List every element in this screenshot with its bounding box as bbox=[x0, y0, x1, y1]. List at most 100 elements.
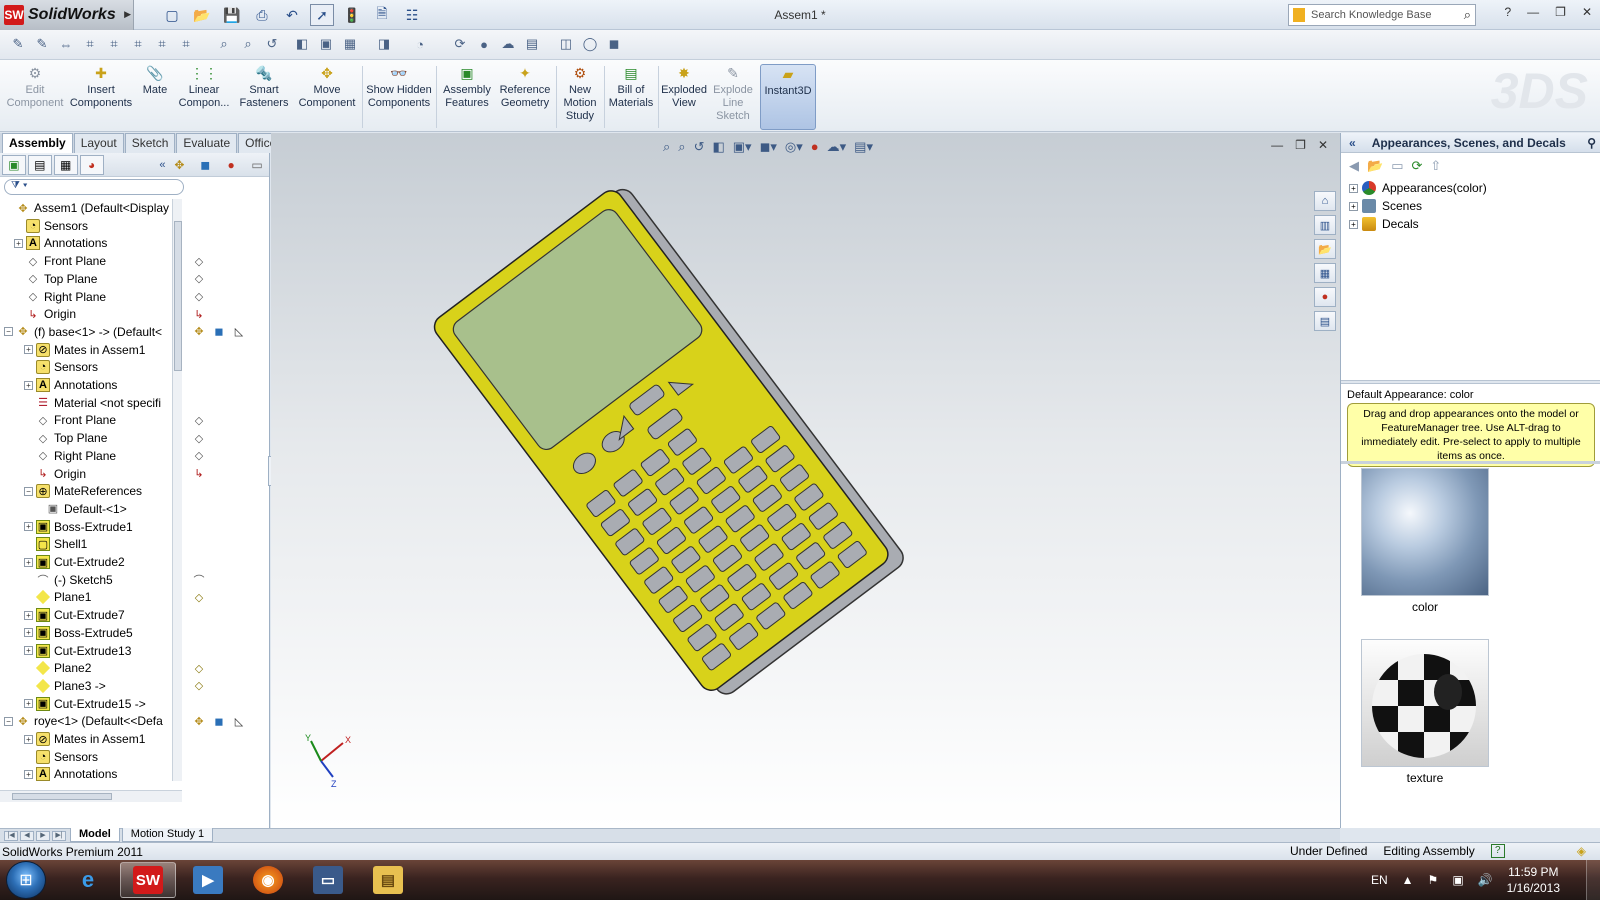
custom-properties-icon[interactable]: ▤ bbox=[1314, 311, 1336, 331]
hide-show-icon[interactable]: ◨ bbox=[374, 34, 394, 54]
file-properties-icon[interactable]: 🗎 bbox=[370, 4, 394, 26]
select-cursor-icon[interactable]: ➚ bbox=[310, 4, 334, 26]
tab-assembly[interactable]: Assembly bbox=[2, 133, 73, 153]
display-manager-tab-icon[interactable]: ◕ bbox=[79, 154, 104, 175]
options-icon[interactable]: ☷ bbox=[400, 4, 424, 26]
tree-item[interactable]: ◇ Right Plane bbox=[24, 447, 116, 465]
tree-item[interactable]: + A Annotations bbox=[24, 765, 117, 783]
home-icon[interactable]: ⌂ bbox=[1314, 191, 1336, 211]
view-orientation-icon[interactable]: ▣ bbox=[316, 34, 336, 54]
move-component-button[interactable]: ✥ Move Component bbox=[296, 64, 358, 130]
tree-item[interactable]: ◔ Sensors bbox=[24, 358, 98, 376]
calculator-model[interactable] bbox=[271, 133, 1340, 828]
expand-icon[interactable]: + bbox=[1349, 219, 1358, 229]
back-icon[interactable]: ◀ bbox=[1349, 158, 1359, 174]
expand-icon[interactable]: + bbox=[14, 238, 23, 248]
expand-icon[interactable]: + bbox=[1349, 183, 1358, 193]
tree-item[interactable]: ◇ Top Plane bbox=[24, 429, 108, 447]
appearance-toggle-icon[interactable]: ● bbox=[219, 155, 243, 175]
refresh-icon[interactable]: ⟳ bbox=[1411, 158, 1422, 174]
view-settings-icon[interactable]: ▤ bbox=[522, 34, 542, 54]
restore-icon[interactable]: ❐ bbox=[1555, 5, 1566, 19]
open-folder-icon[interactable]: 📂 bbox=[190, 4, 214, 26]
taskbar-explorer[interactable]: ▤ bbox=[360, 862, 416, 898]
feature-manager-tab-icon[interactable]: ▣ bbox=[2, 154, 26, 175]
print-icon[interactable]: ⎙ bbox=[250, 4, 274, 26]
help-icon[interactable]: ? bbox=[1504, 5, 1511, 19]
volume-icon[interactable]: 🔊 bbox=[1478, 873, 1493, 887]
prev-tab-icon[interactable]: ◀ bbox=[20, 831, 34, 841]
tab-sketch[interactable]: Sketch bbox=[124, 133, 176, 153]
tree-horizontal-scrollbar[interactable] bbox=[0, 790, 182, 802]
collapse-icon[interactable]: − bbox=[4, 716, 13, 726]
undo-icon[interactable]: ↶ bbox=[280, 4, 304, 26]
scrollbar-thumb[interactable] bbox=[174, 221, 182, 371]
sketch-tool-icon[interactable]: ⌗ bbox=[104, 34, 124, 54]
tree-item[interactable]: ◔ Sensors bbox=[24, 748, 98, 766]
close-icon[interactable]: ✕ bbox=[1582, 5, 1592, 19]
sphere-view-icon[interactable]: ◯ bbox=[580, 34, 600, 54]
zoom-to-fit-icon[interactable]: ⌕ bbox=[214, 34, 234, 54]
tab-layout[interactable]: Layout bbox=[73, 133, 124, 153]
tree-item[interactable]: Plane3 -> bbox=[24, 677, 106, 695]
expand-icon[interactable]: + bbox=[24, 628, 33, 638]
expand-icon[interactable]: + bbox=[1349, 201, 1358, 211]
edit-component-button[interactable]: ⚙ Edit Component bbox=[6, 64, 64, 130]
design-library-icon[interactable]: ▥ bbox=[1314, 215, 1336, 235]
tree-item[interactable]: + ▣ Cut-Extrude15 -> bbox=[24, 695, 146, 713]
smart-dimension-icon[interactable]: ⇔ bbox=[56, 34, 76, 54]
save-icon[interactable]: 💾 bbox=[220, 4, 244, 26]
show-desktop-button[interactable] bbox=[1586, 860, 1600, 900]
tag-icon[interactable]: ◈ bbox=[1577, 844, 1586, 858]
bill-of-materials-button[interactable]: ▤ Bill of Materials bbox=[606, 64, 656, 130]
sketch-tool-icon[interactable]: ⌗ bbox=[80, 34, 100, 54]
pin-icon[interactable]: ⚲ bbox=[1587, 136, 1596, 150]
assembly-features-button[interactable]: ▣ Assembly Features bbox=[440, 64, 494, 130]
expand-icon[interactable]: + bbox=[24, 646, 33, 655]
mate-button[interactable]: 📎 Mate bbox=[138, 64, 172, 130]
taskbar-media-player[interactable]: ▶ bbox=[180, 862, 236, 898]
tree-item[interactable]: ↳ Origin bbox=[14, 305, 76, 323]
sketch-tool-icon[interactable]: ⌗ bbox=[128, 34, 148, 54]
section-view-icon[interactable]: ◧ bbox=[292, 34, 312, 54]
first-tab-icon[interactable]: |◀ bbox=[4, 831, 18, 841]
sketch-tool-icon[interactable]: ✎ bbox=[32, 34, 52, 54]
rebuild-icon[interactable]: 🚦 bbox=[340, 4, 364, 26]
tree-item[interactable]: ◇ Front Plane bbox=[14, 252, 106, 270]
search-icon[interactable]: ⌕ bbox=[1464, 7, 1471, 23]
collapse-chevron-icon[interactable]: « bbox=[1349, 136, 1356, 150]
tree-item[interactable]: ◇ Right Plane bbox=[14, 288, 106, 306]
quick-tips-icon[interactable]: ? bbox=[1490, 844, 1505, 858]
new-folder-icon[interactable]: ▭ bbox=[1391, 158, 1403, 174]
tree-item[interactable]: ✥ Assem1 (Default<Display St bbox=[4, 199, 172, 217]
tree-item[interactable]: ◇ Top Plane bbox=[14, 270, 98, 288]
expand-icon[interactable]: + bbox=[24, 699, 33, 709]
edit-appearance-icon[interactable]: ◔ bbox=[410, 34, 430, 54]
search-knowledge-base-input[interactable]: Search Knowledge Base ⌕ bbox=[1288, 4, 1476, 26]
tree-item[interactable]: + ▣ Boss-Extrude1 bbox=[24, 518, 133, 536]
file-explorer-icon[interactable]: 📂 bbox=[1314, 239, 1336, 259]
collapse-panel-icon[interactable]: « bbox=[159, 159, 165, 171]
tree-item[interactable]: ⌒ (-) Sketch5 bbox=[24, 571, 113, 589]
next-tab-icon[interactable]: ▶ bbox=[36, 831, 50, 841]
tree-item[interactable]: ◔ Sensors bbox=[14, 217, 88, 235]
sketch-tool-icon[interactable]: ✎ bbox=[8, 34, 28, 54]
expand-icon[interactable]: + bbox=[24, 345, 33, 355]
show-hidden-components-button[interactable]: 👓 Show Hidden Components bbox=[366, 64, 432, 130]
tree-item[interactable]: − ✥ (f) base<1> -> (Default< bbox=[4, 323, 162, 341]
scene-icon[interactable]: ☁ bbox=[498, 34, 518, 54]
network-icon[interactable]: ▣ bbox=[1452, 873, 1463, 887]
tree-item[interactable]: Plane2 bbox=[24, 659, 91, 677]
zoom-to-area-icon[interactable]: ⌕ bbox=[238, 34, 258, 54]
tree-item[interactable]: + ▣ Boss-Extrude5 bbox=[24, 624, 133, 642]
tree-item[interactable]: + ▣ Cut-Extrude13 bbox=[24, 642, 131, 660]
insert-components-button[interactable]: ✚ Insert Components bbox=[68, 64, 134, 130]
tree-item[interactable]: Plane1 bbox=[24, 588, 91, 606]
smart-fasteners-button[interactable]: 🔩 Smart Fasteners bbox=[236, 64, 292, 130]
tree-item[interactable]: + ⊘ Mates in Assem1 bbox=[24, 730, 145, 748]
new-motion-study-button[interactable]: ⚙ New Motion Study bbox=[558, 64, 602, 130]
clock[interactable]: 11:59 PM 1/16/2013 bbox=[1507, 864, 1560, 896]
sketch-tool-icon[interactable]: ⌗ bbox=[152, 34, 172, 54]
tree-item[interactable]: ☰ Material <not specifi bbox=[24, 394, 161, 412]
sketch-tool-icon[interactable]: ⌗ bbox=[176, 34, 196, 54]
